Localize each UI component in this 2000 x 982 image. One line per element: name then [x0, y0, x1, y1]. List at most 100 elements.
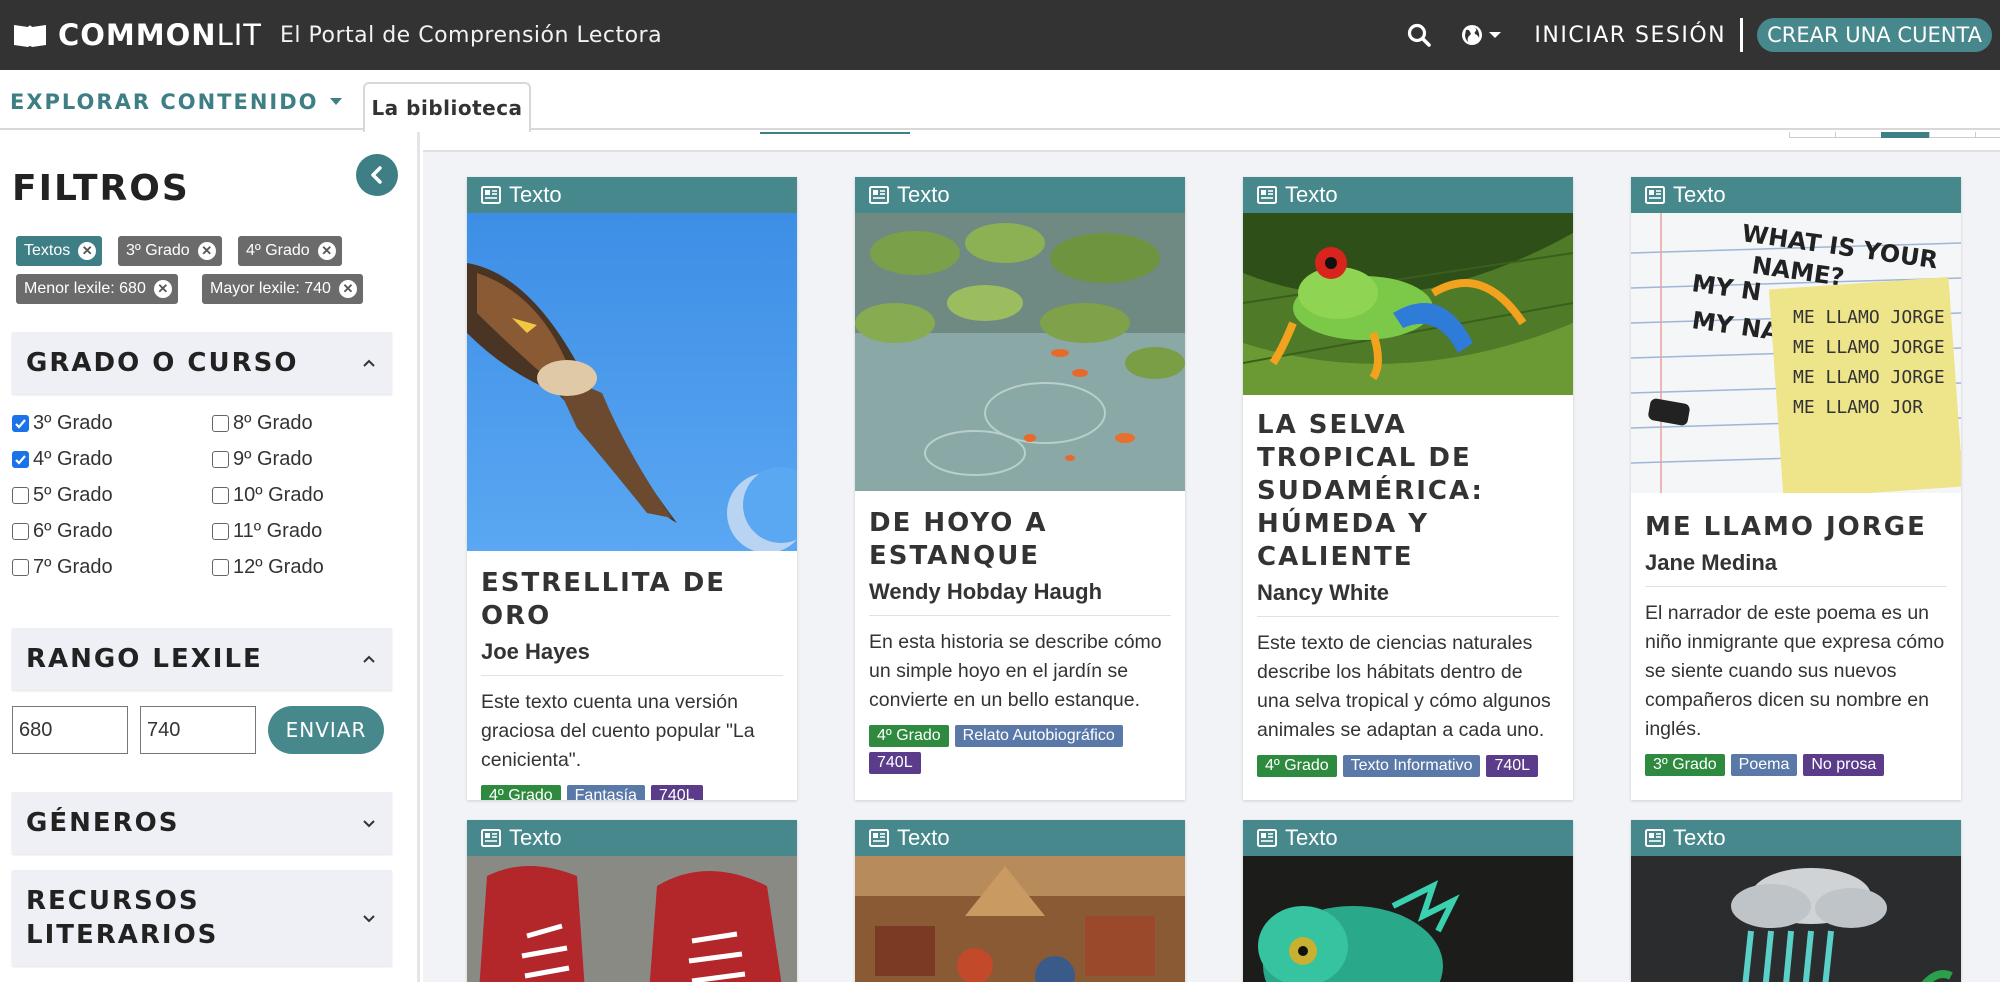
filter-chip-label: 4º Grado [246, 242, 310, 259]
grade-checkbox-row[interactable]: 11º Grado [212, 520, 322, 543]
close-icon[interactable]: ✕ [197, 242, 216, 260]
grade-checkbox-row[interactable]: 8º Grado [212, 412, 313, 435]
grade-tag[interactable]: 4º Grado [869, 725, 949, 747]
pagination-button[interactable] [1929, 132, 1977, 138]
library-results: Texto ESTRELLITA DE ORO Joe Hayes Este t… [423, 132, 2000, 982]
grade-label: 3º Grado [33, 412, 113, 434]
grade-panel-header[interactable]: GRADO O CURSO [12, 332, 392, 394]
explore-content-label: EXPLORAR CONTENIDO [10, 90, 319, 114]
send-lexile-button[interactable]: ENVIAR [268, 706, 384, 754]
checkbox[interactable] [212, 487, 229, 504]
grade-checkbox-row[interactable]: 5º Grado [12, 484, 113, 507]
card-description: Este texto cuenta una versión graciosa d… [481, 691, 755, 771]
checkbox[interactable] [212, 451, 229, 468]
text-card[interactable]: Texto DE HOYO A ESTANQUE Wendy Hobday Ha… [855, 177, 1185, 800]
card-type-header: Texto [855, 177, 1185, 213]
language-selector[interactable] [1460, 23, 1502, 47]
card-author: Joe Hayes [481, 639, 783, 676]
filter-chip-max-lexile[interactable]: Mayor lexile: 740 ✕ [202, 274, 363, 304]
pagination-button[interactable] [1835, 132, 1883, 138]
grade-checkbox-row[interactable]: 7º Grado [12, 556, 113, 579]
genres-panel-header[interactable]: GÉNEROS [12, 792, 392, 854]
grade-tag[interactable]: 4º Grado [481, 785, 561, 800]
card-title[interactable]: LA SELVA TROPICAL DE SUDAMÉRICA: HÚMEDA … [1257, 409, 1559, 574]
checkbox[interactable] [12, 523, 29, 540]
grade-checkbox-row[interactable]: 3º Grado [12, 412, 113, 435]
close-icon[interactable]: ✕ [317, 242, 336, 260]
lexile-tag[interactable]: 740L [1486, 755, 1539, 777]
painting-image [855, 856, 1185, 982]
search-button[interactable] [1406, 15, 1460, 55]
brand-name-light: LIT [216, 18, 263, 52]
pagination-button[interactable] [1975, 132, 2000, 138]
genre-tag[interactable]: Fantasía [566, 785, 645, 800]
genre-tag[interactable]: Texto Informativo [1342, 755, 1481, 777]
lexile-min-input[interactable]: 680 [12, 706, 128, 754]
genre-tag[interactable]: Relato Autobiográfico [954, 725, 1123, 747]
card-title[interactable]: ME LLAMO JORGE [1645, 511, 1947, 544]
text-card[interactable]: Texto [467, 820, 797, 982]
grade-checkbox-row[interactable]: 10º Grado [212, 484, 324, 507]
grade-checkbox-row[interactable]: 4º Grado [12, 448, 113, 471]
brand-name-bold: COMMON [58, 18, 217, 52]
literary-devices-panel-header[interactable]: RECURSOS LITERARIOS [12, 870, 392, 966]
filter-chip-min-lexile[interactable]: Menor lexile: 680 ✕ [16, 274, 178, 304]
grade-tag[interactable]: 4º Grado [1257, 755, 1337, 777]
check-icon [15, 455, 26, 465]
card-type-label: Texto [1673, 182, 1726, 207]
chevron-up-icon [363, 359, 375, 367]
text-card[interactable]: Texto [855, 820, 1185, 982]
literary-devices-title: RECURSOS LITERARIOS [26, 884, 218, 952]
collapse-sidebar-button[interactable] [356, 154, 398, 196]
checkbox[interactable] [212, 523, 229, 540]
toolbar-link-fragment[interactable] [760, 132, 910, 134]
explore-content-menu[interactable]: EXPLORAR CONTENIDO [10, 90, 343, 114]
close-icon[interactable]: ✕ [78, 242, 97, 260]
signup-button[interactable]: CREAR UNA CUENTA [1757, 18, 1992, 52]
text-card[interactable]: Texto [1631, 820, 1961, 982]
note-text-line: ME LLAMO JOR [1793, 397, 1923, 418]
tab-library[interactable]: La biblioteca [363, 82, 531, 132]
filter-chip-grade-4[interactable]: 4º Grado ✕ [238, 236, 342, 266]
grade-checkbox-row[interactable]: 9º Grado [212, 448, 313, 471]
checkbox[interactable] [12, 559, 29, 576]
lexile-panel-header[interactable]: RANGO LEXILE [12, 628, 392, 690]
name-notes-image: WHAT IS YOUR NAME? MY N MY NA ME LLAMO J… [1631, 213, 1961, 493]
lexile-max-input[interactable]: 740 [140, 706, 256, 754]
genre-tag[interactable]: Poema [1730, 754, 1798, 776]
pagination-button[interactable] [1789, 132, 1837, 138]
grade-tag[interactable]: 3º Grado [1645, 754, 1725, 776]
checkbox-checked[interactable] [12, 415, 29, 432]
checkbox-checked[interactable] [12, 451, 29, 468]
lexile-panel-title: RANGO LEXILE [26, 644, 263, 674]
card-type-label: Texto [509, 182, 562, 207]
pagination-button-active[interactable] [1881, 132, 1931, 138]
checkbox[interactable] [212, 415, 229, 432]
filter-chip-grade-3[interactable]: 3º Grado ✕ [118, 236, 222, 266]
newspaper-icon [1257, 829, 1277, 847]
newspaper-icon [1645, 186, 1665, 204]
brand-name: COMMONLIT [58, 18, 262, 52]
filter-chip-textos[interactable]: Textos ✕ [16, 236, 103, 266]
text-card[interactable]: Texto [1243, 820, 1573, 982]
tree-frog-image [1243, 213, 1573, 395]
close-icon[interactable]: ✕ [338, 280, 357, 298]
login-link[interactable]: INICIAR SESIÓN [1534, 23, 1726, 48]
text-card[interactable]: Texto WHAT IS YOUR NAME? MY N MY NA ME L… [1631, 177, 1961, 800]
filter-chip-label: Menor lexile: 680 [24, 280, 146, 297]
commonlit-logo[interactable]: COMMONLIT El Portal de Comprensión Lecto… [12, 18, 662, 52]
checkbox[interactable] [12, 487, 29, 504]
lexile-tag[interactable]: No prosa [1803, 754, 1885, 776]
lexile-tag[interactable]: 740L [869, 752, 921, 774]
text-card[interactable]: Texto ESTRELLITA DE ORO Joe Hayes Este t… [467, 177, 797, 800]
grade-checkbox-row[interactable]: 12º Grado [212, 556, 324, 579]
card-title[interactable]: ESTRELLITA DE ORO [481, 567, 783, 633]
book-logo-icon [14, 25, 46, 47]
filter-chip-label: Textos [24, 242, 71, 259]
text-card[interactable]: Texto LA SELVA TROPICAL DE SUDAMÉRICA: H… [1243, 177, 1573, 800]
grade-checkbox-row[interactable]: 6º Grado [12, 520, 113, 543]
close-icon[interactable]: ✕ [153, 280, 172, 298]
checkbox[interactable] [212, 559, 229, 576]
card-title[interactable]: DE HOYO A ESTANQUE [869, 507, 1171, 573]
lexile-tag[interactable]: 740L [650, 785, 703, 800]
